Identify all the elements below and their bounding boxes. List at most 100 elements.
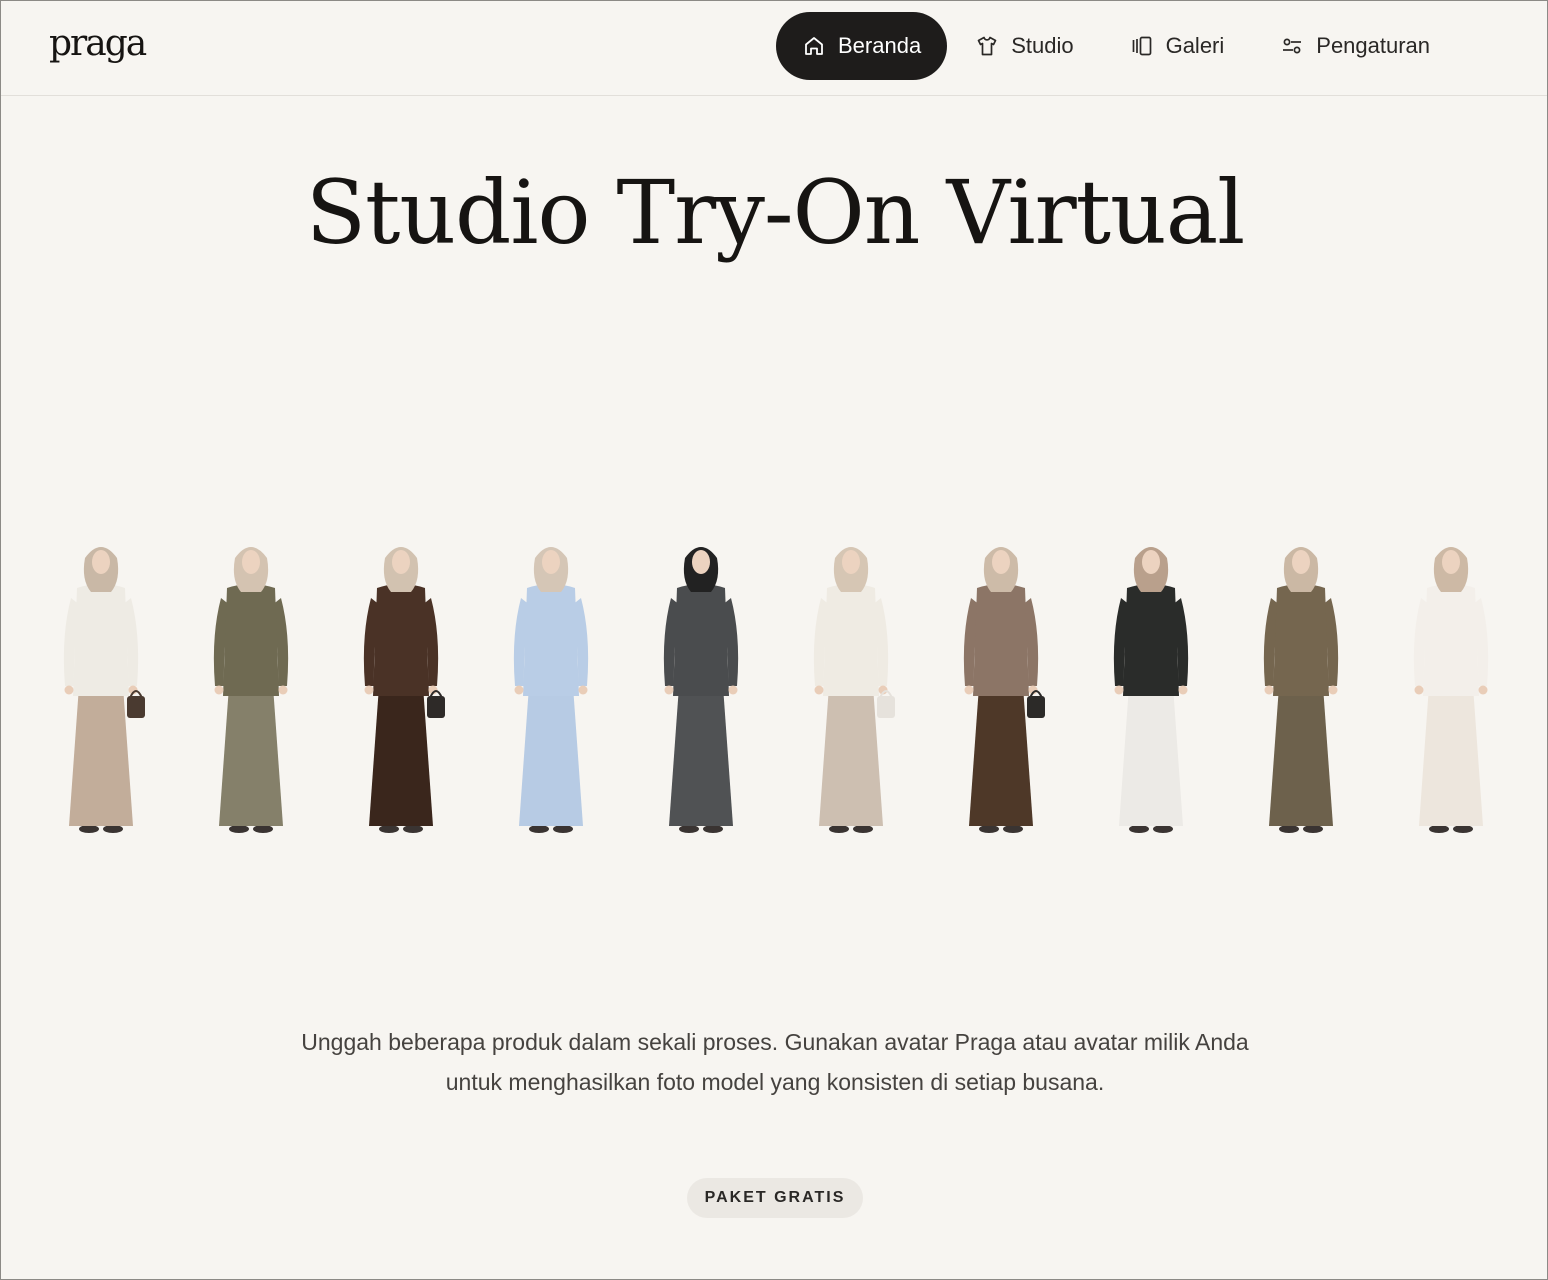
model-bottom [69,686,133,826]
model-bottom [1119,686,1183,826]
model-illustration [513,547,589,833]
model-shoe [553,825,573,833]
model-face [842,550,860,574]
model-bottom [219,686,283,826]
model-shoe [1129,825,1149,833]
model-top [1123,584,1179,696]
model-illustration [1113,547,1189,833]
model-figure [1241,536,1361,836]
model-handbag [1027,696,1045,718]
model-hand [514,685,524,695]
model-shoe [1153,825,1173,833]
model-face [92,550,110,574]
model-hand [364,685,374,695]
model-illustration [813,547,895,833]
model-top [1273,584,1329,696]
nav-item-pengaturan[interactable]: Pengaturan [1252,12,1458,80]
model-handbag [127,696,145,718]
model-shoe [529,825,549,833]
model-bottom [819,686,883,826]
model-shoe [403,825,423,833]
gallery-icon [1130,34,1154,58]
model-bottom [369,686,433,826]
model-top [823,584,879,696]
model-face [992,550,1010,574]
model-shoe [829,825,849,833]
model-bottom [519,686,583,826]
top-navigation-bar: praga Beranda Studio Galeri Pengaturan [1,1,1547,96]
model-hand [1178,685,1188,695]
free-plan-badge: PAKET GRATIS [687,1178,863,1218]
model-shoe [1453,825,1473,833]
nav-item-beranda[interactable]: Beranda [776,12,948,80]
model-face [692,550,710,574]
model-shoe [703,825,723,833]
nav-item-label: Studio [1011,33,1074,58]
model-top [73,584,129,696]
home-icon [802,34,826,58]
model-face [542,550,560,574]
model-hand [814,685,824,695]
model-showcase-strip [41,526,1511,836]
model-figure [491,536,611,836]
hero-description: Unggah beberapa produk dalam sekali pros… [301,1029,1249,1095]
model-shoe [1303,825,1323,833]
model-face [1292,550,1310,574]
model-figure [641,536,761,836]
sliders-icon [1280,34,1304,58]
praga-logo[interactable]: praga [49,23,147,64]
model-handbag [427,696,445,718]
model-figure [41,536,161,836]
model-hand [578,685,588,695]
model-top [673,584,729,696]
model-face [242,550,260,574]
model-hand [1478,685,1488,695]
model-hand [1328,685,1338,695]
model-shoe [79,825,99,833]
model-top [523,584,579,696]
model-illustration [363,547,445,833]
model-illustration [663,547,739,833]
model-shoe [253,825,273,833]
model-figure [341,536,461,836]
model-bottom [1269,686,1333,826]
model-figure [191,536,311,836]
model-illustration [213,547,289,833]
model-hand [64,685,74,695]
model-shoe [379,825,399,833]
nav-item-label: Pengaturan [1316,33,1431,58]
main-nav: Beranda Studio Galeri Pengaturan [776,12,1458,80]
nav-item-studio[interactable]: Studio [947,12,1101,80]
model-bottom [669,686,733,826]
model-bottom [969,686,1033,826]
model-hand [964,685,974,695]
model-shoe [679,825,699,833]
nav-item-label: Galeri [1165,33,1225,58]
model-illustration [63,547,145,833]
model-face [1442,550,1460,574]
model-illustration [963,547,1045,833]
model-figure [791,536,911,836]
model-top [1423,584,1479,696]
model-hand [664,685,674,695]
model-top [373,584,429,696]
model-figure [941,536,1061,836]
model-illustration [1413,547,1489,833]
model-shoe [1279,825,1299,833]
model-shoe [1429,825,1449,833]
shirt-icon [975,34,999,58]
hero-title: Studio Try-On Virtual [305,161,1246,264]
model-shoe [1003,825,1023,833]
model-handbag [877,696,895,718]
model-bottom [1419,686,1483,826]
model-face [1142,550,1160,574]
model-top [973,584,1029,696]
model-face [392,550,410,574]
model-shoe [103,825,123,833]
model-hand [1414,685,1424,695]
model-shoe [229,825,249,833]
model-hand [1264,685,1274,695]
nav-item-galeri[interactable]: Galeri [1102,12,1253,80]
model-shoe [853,825,873,833]
model-figure [1091,536,1211,836]
